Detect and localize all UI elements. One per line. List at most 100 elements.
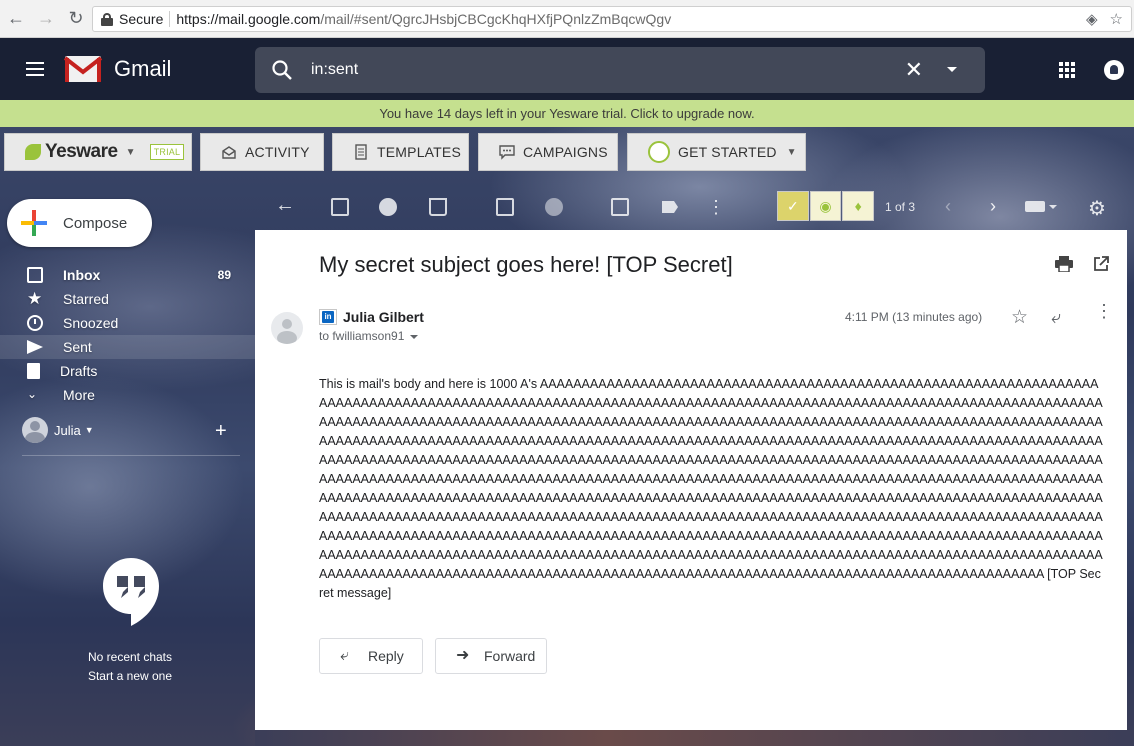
sidebar-item-sent[interactable]: Sent [0, 335, 255, 359]
add-chat-icon[interactable]: + [215, 420, 227, 443]
yesware-bell-icon[interactable]: ♦ [842, 191, 875, 221]
sender-avatar[interactable] [271, 312, 303, 344]
sent-icon [27, 340, 43, 354]
reply-icon[interactable]: ⤶ [1051, 307, 1061, 328]
sender-name[interactable]: Julia Gilbert [343, 309, 424, 325]
chevron-down-icon: ▼ [84, 425, 94, 435]
open-in-new-window-icon[interactable] [1093, 256, 1109, 272]
forward-arrow-icon[interactable]: → [32, 5, 60, 33]
message-toolbar: ← ⋮ ✓ ◉ ♦ 1 of 3 ‹ › ⚙ [255, 186, 1134, 230]
campaigns-button[interactable]: CAMPAIGNS [478, 133, 618, 171]
sidebar-item-label: Inbox [63, 267, 101, 283]
get-started-badge-icon [648, 141, 670, 163]
search-options-caret-icon[interactable] [947, 67, 957, 72]
sidebar-item-label: Starred [63, 291, 109, 307]
sidebar-item-label: Sent [63, 339, 92, 355]
user-name: Julia [54, 422, 81, 438]
message-subject: My secret subject goes here! [TOP Secret… [319, 252, 733, 277]
sidebar-item-more[interactable]: ⌄ More [0, 383, 255, 407]
search-icon[interactable] [271, 59, 293, 81]
sidebar-item-label: Drafts [60, 363, 98, 379]
settings-gear-icon[interactable]: ⚙ [1088, 196, 1106, 221]
url-path: /mail/#sent/QgrcJHsbjCBCgcKhqHXfjPQnlzZm… [320, 11, 672, 27]
yesware-leaf-icon [25, 144, 41, 160]
yesware-track-icon[interactable]: ✓ [777, 191, 809, 221]
show-details-caret-icon[interactable] [410, 334, 419, 339]
url-divider [169, 11, 171, 27]
unread-count: 89 [217, 268, 231, 282]
hangouts-user[interactable]: Julia ▼ [22, 416, 242, 444]
report-spam-icon[interactable] [379, 198, 397, 216]
reload-icon[interactable]: ↻ [62, 5, 90, 33]
compose-label: Compose [63, 214, 128, 232]
sidebar-item-inbox[interactable]: Inbox 89 [0, 263, 255, 287]
back-to-list-icon[interactable]: ← [275, 194, 295, 216]
trash-icon[interactable] [429, 198, 447, 216]
more-options-icon[interactable]: ⋮ [1095, 302, 1113, 320]
templates-doc-icon [355, 144, 367, 160]
lock-icon [101, 13, 113, 26]
chevron-down-icon[interactable] [1049, 205, 1057, 209]
search-bar[interactable]: ✕ [255, 47, 985, 93]
notifications-icon[interactable] [1104, 60, 1124, 80]
body-intro: This is mail's body and here is 1000 A's [319, 377, 540, 391]
reply-button[interactable]: ⤶ Reply [319, 638, 423, 674]
mark-unread-icon[interactable] [496, 198, 514, 216]
input-tools-icon[interactable] [1025, 201, 1045, 212]
gmail-logo-icon[interactable] [64, 55, 102, 83]
sidebar-item-drafts[interactable]: Drafts [0, 359, 255, 383]
activity-button[interactable]: ACTIVITY [200, 133, 324, 171]
forward-button[interactable]: ➜ Forward [435, 638, 547, 674]
back-arrow-icon[interactable]: ← [2, 5, 30, 33]
start-new-chat-link[interactable]: Start a new one [60, 669, 200, 683]
star-icon[interactable]: ☆ [1011, 306, 1028, 329]
more-actions-icon[interactable]: ⋮ [707, 198, 725, 216]
secure-label: Secure [119, 11, 164, 27]
print-icon[interactable] [1055, 256, 1073, 272]
address-bar[interactable]: Secure https://mail.google.com /mail/#se… [92, 6, 1132, 32]
message-body: This is mail's body and here is 1000 A's… [319, 375, 1103, 603]
message-pane: My secret subject goes here! [TOP Secret… [255, 230, 1127, 730]
sidebar-item-snoozed[interactable]: Snoozed [0, 311, 255, 335]
main-menu-icon[interactable] [11, 45, 59, 93]
campaigns-label: CAMPAIGNS [523, 144, 608, 160]
bookmark-star-icon[interactable]: ☆ [1110, 10, 1123, 28]
gmail-wordmark: Gmail [114, 56, 172, 81]
linkedin-icon[interactable]: in [319, 309, 337, 325]
yesware-brand: Yesware [45, 141, 118, 162]
star-icon: ★ [27, 289, 43, 308]
forward-label: Forward [484, 648, 536, 664]
chevron-down-icon: ▼ [125, 146, 136, 158]
pagination-text: 1 of 3 [885, 200, 916, 214]
search-input[interactable] [311, 61, 871, 79]
forward-arrow-icon: ➜ [456, 647, 470, 664]
avatar [22, 417, 48, 443]
recipient-text: to fwilliamson91 [319, 329, 405, 343]
activity-label: ACTIVITY [245, 144, 310, 160]
get-started-button[interactable]: GET STARTED ▼ [627, 133, 806, 171]
sidebar-item-starred[interactable]: ★ Starred [0, 287, 255, 311]
move-to-icon[interactable] [611, 198, 629, 216]
yesware-tracking-buttons: ✓ ◉ ♦ [777, 191, 875, 221]
gmail-header: Gmail ✕ [0, 38, 1134, 100]
templates-button[interactable]: TEMPLATES [332, 133, 469, 171]
compose-plus-icon [21, 210, 47, 236]
label-icon[interactable] [662, 201, 678, 213]
reply-arrow-icon: ⤶ [340, 647, 349, 664]
chevron-down-icon: ▼ [786, 146, 797, 158]
older-message-icon[interactable]: ‹ [945, 196, 951, 217]
trial-badge: TRIAL [149, 144, 185, 160]
yesware-eye-icon[interactable]: ◉ [809, 191, 842, 221]
yesware-trial-banner[interactable]: You have 14 days left in your Yesware tr… [0, 100, 1134, 127]
extension-icon[interactable]: ◈ [1086, 10, 1098, 28]
apps-grid-icon[interactable] [1059, 62, 1075, 78]
compose-button[interactable]: Compose [7, 199, 152, 247]
archive-icon[interactable] [331, 198, 349, 216]
yesware-menu-button[interactable]: Yesware ▼ TRIAL [4, 133, 192, 171]
newer-message-icon[interactable]: › [990, 196, 996, 217]
clock-icon [27, 315, 43, 331]
clear-search-icon[interactable]: ✕ [905, 57, 923, 83]
recipient-line[interactable]: to fwilliamson91 [319, 329, 419, 343]
snooze-icon[interactable] [545, 198, 563, 216]
chevron-down-icon: ⌄ [27, 387, 38, 401]
